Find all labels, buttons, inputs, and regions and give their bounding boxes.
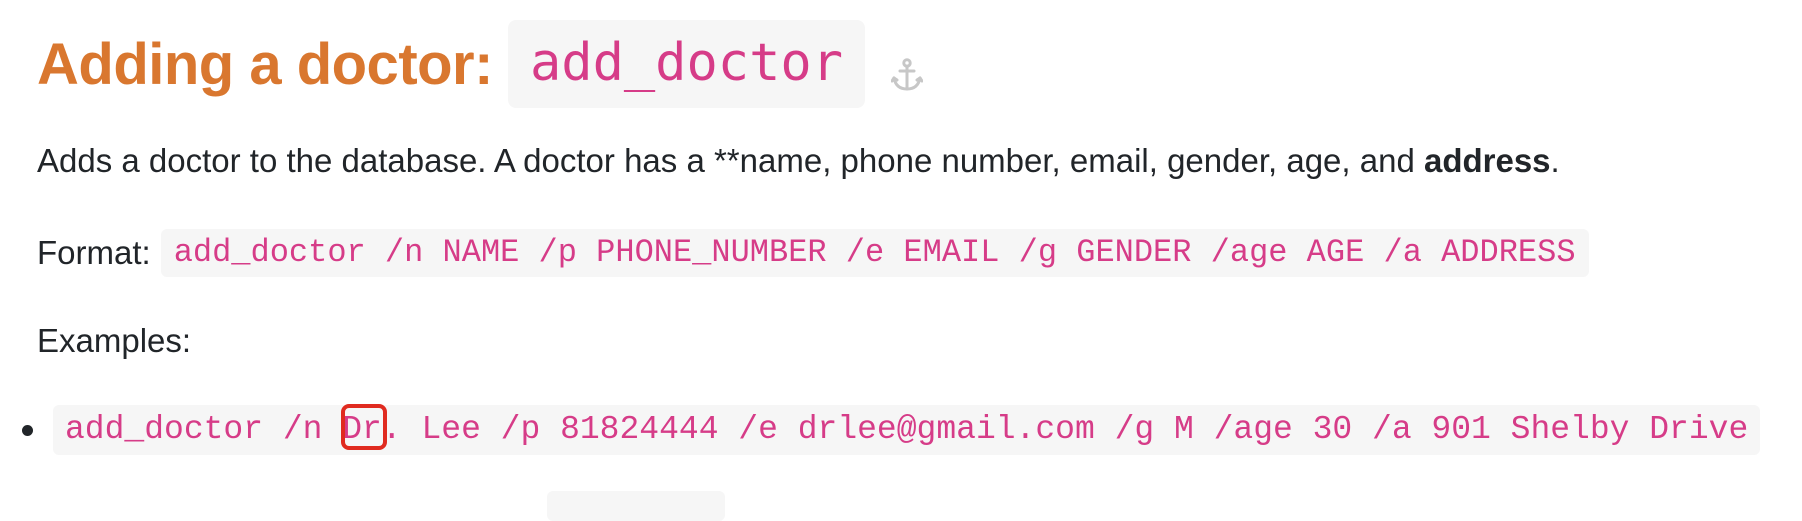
- description-paragraph: Adds a doctor to the database. A doctor …: [37, 141, 1560, 181]
- list-item: add_doctor /n Dr. Lee /p 81824444 /e drl…: [22, 404, 1761, 455]
- description-end: .: [1550, 142, 1560, 179]
- examples-label: Examples:: [37, 322, 192, 359]
- next-code-pill: [547, 491, 725, 521]
- section-heading: Adding a doctor: add_doctor: [37, 20, 924, 108]
- format-label: Format:: [37, 234, 151, 271]
- description-bold: address: [1423, 142, 1551, 179]
- highlight-box: [341, 404, 387, 450]
- description-text: Adds a doctor to the database. A doctor …: [37, 142, 1424, 179]
- example-code: add_doctor /n Dr. Lee /p 81824444 /e drl…: [53, 404, 1761, 455]
- format-code: add_doctor /n NAME /p PHONE_NUMBER /e EM…: [160, 229, 1589, 277]
- heading-text: Adding a doctor:: [37, 31, 493, 97]
- heading-command-code: add_doctor: [507, 20, 866, 108]
- anchor-icon[interactable]: [890, 58, 924, 92]
- example-code-text: add_doctor /n Dr. Lee /p 81824444 /e drl…: [65, 411, 1749, 448]
- format-paragraph: Format: add_doctor /n NAME /p PHONE_NUMB…: [37, 229, 1589, 277]
- bullet-icon: [22, 424, 33, 436]
